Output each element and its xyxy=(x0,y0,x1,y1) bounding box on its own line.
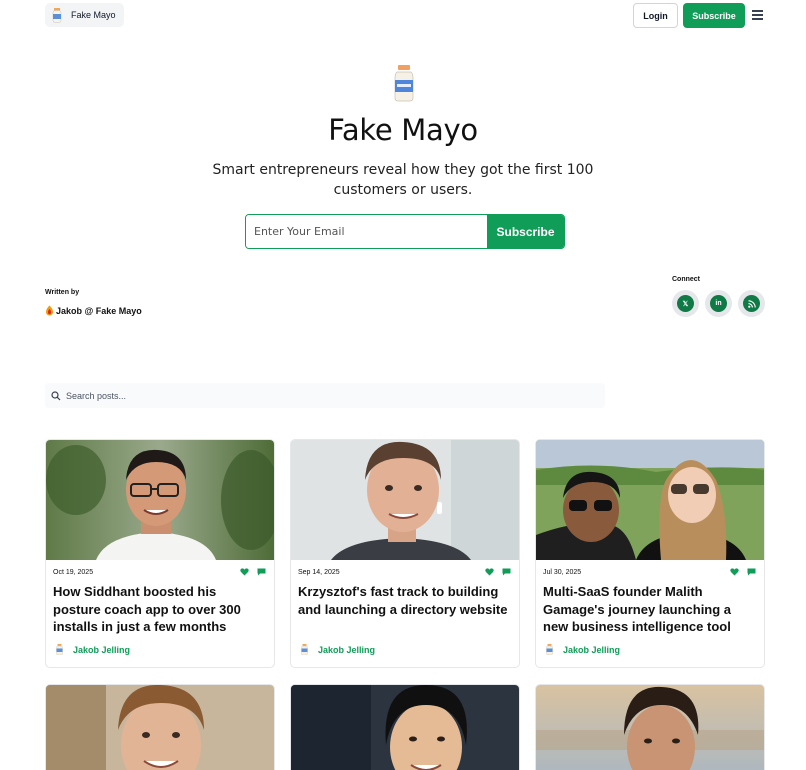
rss-icon xyxy=(743,295,760,312)
written-by-label: Written by xyxy=(45,289,80,296)
mayo-jar-hero-icon xyxy=(394,65,414,102)
post-card[interactable] xyxy=(45,684,275,770)
post-date: Jul 30, 2025 xyxy=(543,569,582,576)
author-avatar-icon xyxy=(56,644,63,655)
hero-title: Fake Mayo xyxy=(328,113,478,147)
post-author-name: Jakob Jelling xyxy=(318,644,376,655)
author-avatar-icon xyxy=(301,644,308,655)
author-link[interactable]: Jakob @ Fake Mayo xyxy=(45,305,142,316)
email-input[interactable] xyxy=(246,215,487,248)
post-title[interactable]: Multi-SaaS founder Malith Gamage's journ… xyxy=(543,583,756,636)
author-avatar-icon xyxy=(46,305,53,316)
menu-icon[interactable] xyxy=(752,10,763,20)
mayo-jar-logo-icon xyxy=(52,7,62,23)
x-link[interactable]: 𝕏 xyxy=(672,290,699,317)
post-card[interactable] xyxy=(535,684,765,770)
heart-icon[interactable] xyxy=(730,568,739,576)
post-card[interactable]: Jul 30, 2025 Multi-SaaS founder Malith G… xyxy=(535,439,765,668)
post-date: Sep 14, 2025 xyxy=(298,569,340,576)
heart-icon[interactable] xyxy=(485,568,494,576)
post-thumbnail xyxy=(46,440,274,560)
brand-name: Fake Mayo xyxy=(71,10,116,20)
x-icon: 𝕏 xyxy=(677,295,694,312)
email-subscribe-button[interactable]: Subscribe xyxy=(487,215,564,248)
post-card[interactable] xyxy=(290,684,520,770)
linkedin-link[interactable]: in xyxy=(705,290,732,317)
brand-link[interactable]: Fake Mayo xyxy=(45,3,124,27)
post-thumbnail xyxy=(291,685,519,770)
post-thumbnail xyxy=(536,440,764,560)
comment-icon[interactable] xyxy=(747,568,756,576)
hero-description: Smart entrepreneurs reveal how they got … xyxy=(212,162,594,198)
subscribe-form: Subscribe xyxy=(245,214,565,249)
login-button[interactable]: Login xyxy=(633,3,678,28)
post-author-name: Jakob Jelling xyxy=(73,644,131,655)
search-bar[interactable]: Search posts... xyxy=(45,383,605,408)
search-input[interactable]: Search posts... xyxy=(66,391,126,401)
post-author[interactable]: Jakob Jelling xyxy=(301,644,375,655)
post-author[interactable]: Jakob Jelling xyxy=(56,644,130,655)
heart-icon[interactable] xyxy=(240,568,249,576)
author-avatar-icon xyxy=(546,644,553,655)
connect-label: Connect xyxy=(672,276,700,283)
post-thumbnail xyxy=(291,440,519,560)
subscribe-button[interactable]: Subscribe xyxy=(683,3,745,28)
post-title[interactable]: How Siddhant boosted his posture coach a… xyxy=(53,583,266,636)
post-title[interactable]: Krzysztof's fast track to building and l… xyxy=(298,583,511,618)
post-card[interactable]: Oct 19, 2025 How Siddhant boosted his po… xyxy=(45,439,275,668)
post-thumbnail xyxy=(46,685,274,770)
post-author-name: Jakob Jelling xyxy=(563,644,621,655)
post-author[interactable]: Jakob Jelling xyxy=(546,644,620,655)
post-thumbnail xyxy=(536,685,764,770)
search-icon xyxy=(51,390,61,400)
post-date: Oct 19, 2025 xyxy=(53,569,94,576)
comment-icon[interactable] xyxy=(502,568,511,576)
comment-icon[interactable] xyxy=(257,568,266,576)
rss-link[interactable] xyxy=(738,290,765,317)
top-bar: Fake Mayo Login Subscribe xyxy=(0,0,806,32)
post-card[interactable]: Sep 14, 2025 Krzysztof's fast track to b… xyxy=(290,439,520,668)
linkedin-icon: in xyxy=(710,295,727,312)
author-name: Jakob @ Fake Mayo xyxy=(56,305,142,316)
